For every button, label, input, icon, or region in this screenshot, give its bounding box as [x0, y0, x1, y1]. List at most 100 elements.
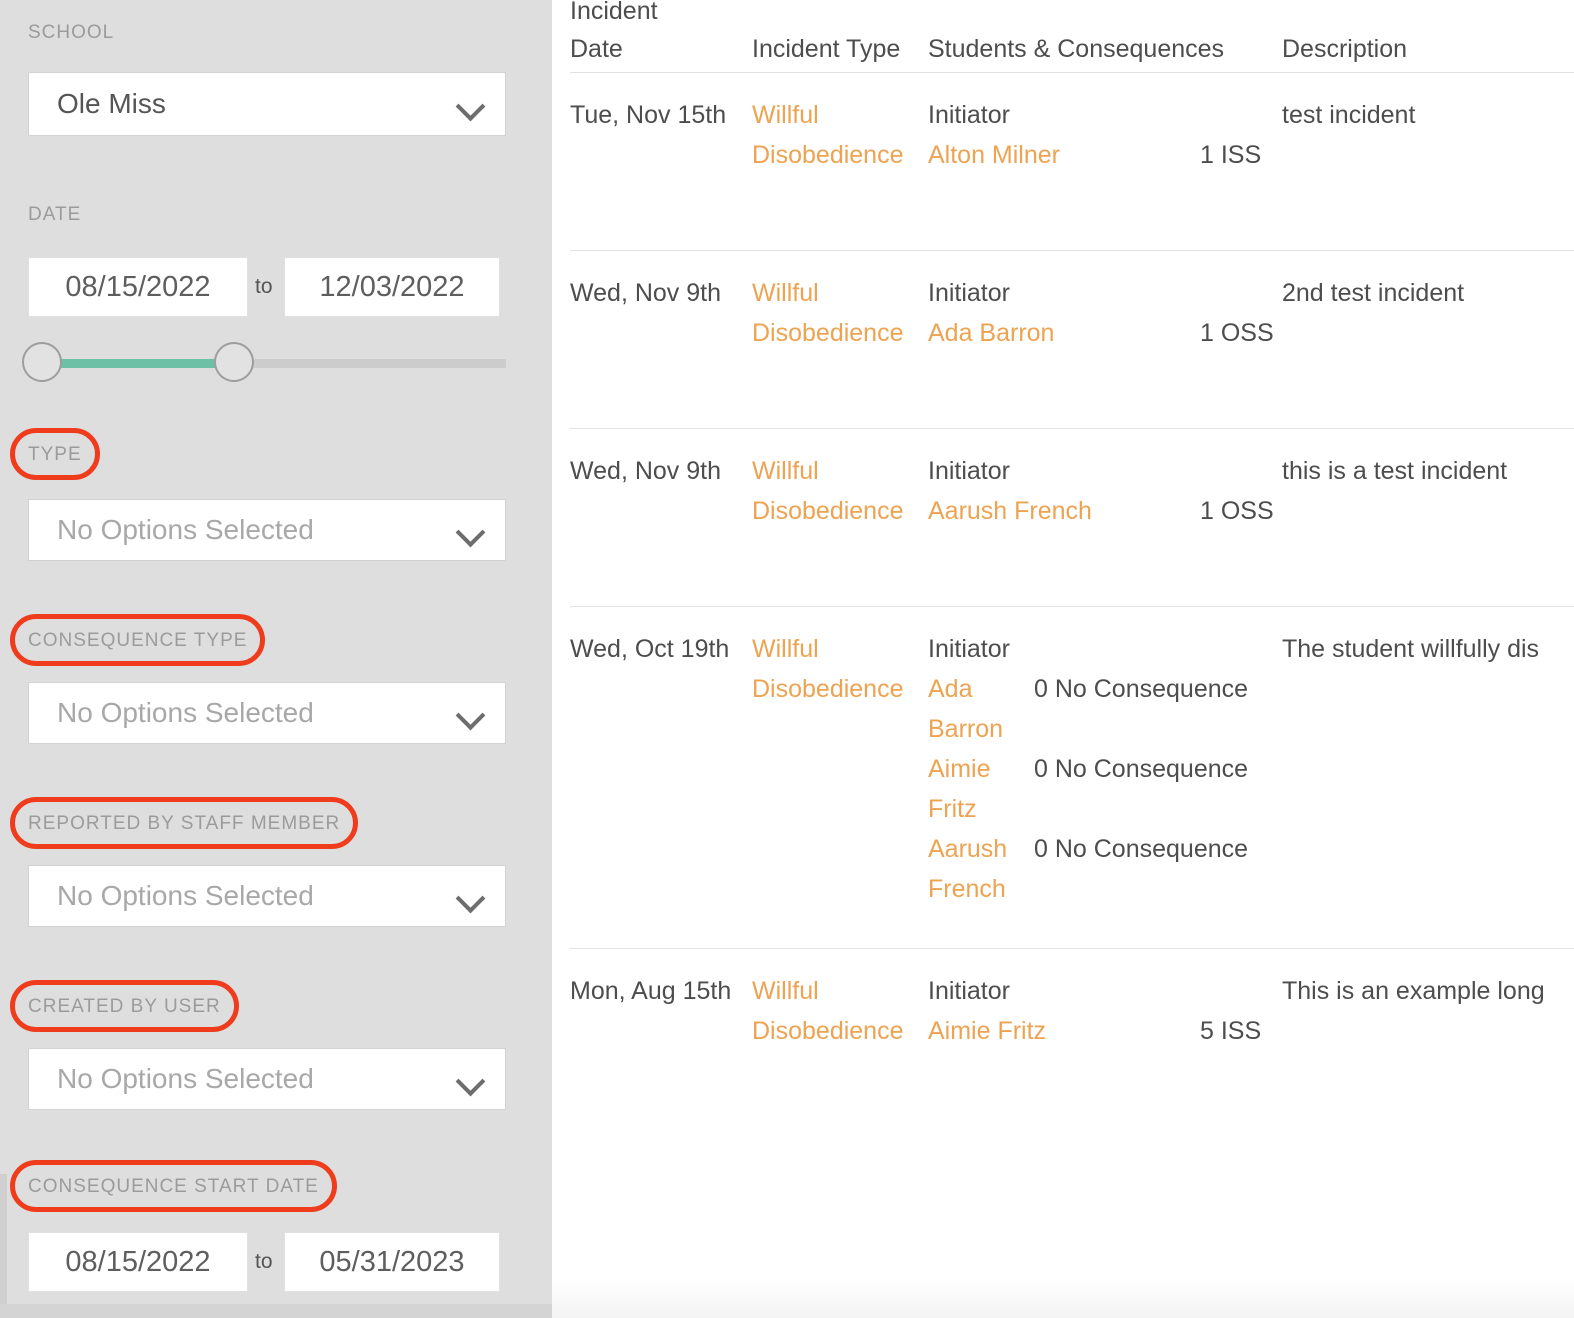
student-name-link[interactable]: Ada Barron	[928, 313, 1054, 353]
cell-description: this is a test incident	[1282, 457, 1508, 485]
cell-incident-type[interactable]: Willful Disobedience	[752, 273, 924, 353]
student-consequence-value: 1 OSS	[1200, 497, 1274, 525]
column-header-incident-type: Incident Type	[752, 35, 901, 63]
student-consequence-value: 0 No Consequence	[1034, 675, 1249, 703]
student-consequence-item: Aimie Fritz 0 No Consequence	[928, 749, 1568, 829]
consequence-start-date-filter-label: CONSEQUENCE START DATE	[28, 1176, 319, 1197]
cell-incident-date: Wed, Nov 9th	[570, 457, 722, 485]
consequence-start-date-to-value: 05/31/2023	[319, 1245, 465, 1278]
cell-student-role: Initiator	[928, 101, 1010, 129]
student-consequence-item: Aimie Fritz 5 ISS	[928, 1011, 1568, 1051]
incidents-table: Incident Date Incident Type Students & C…	[570, 0, 1574, 1088]
cell-student-role: Initiator	[928, 279, 1010, 307]
consequence-start-date-from-input[interactable]: 08/15/2022	[28, 1232, 248, 1292]
cell-incident-type[interactable]: Willful Disobedience	[752, 971, 924, 1051]
student-consequence-item: Ada Barron 0 No Consequence	[928, 669, 1568, 749]
chevron-down-icon	[457, 95, 487, 113]
incidents-table-panel: Incident Date Incident Type Students & C…	[552, 0, 1574, 1318]
table-row[interactable]: Wed, Nov 9th Willful Disobedience Initiato…	[570, 428, 1574, 606]
cell-description: This is an example long	[1282, 977, 1545, 1005]
date-from-input[interactable]: 08/15/2022	[28, 257, 248, 317]
cell-incident-date: Mon, Aug 15th	[570, 977, 732, 1005]
table-row[interactable]: Mon, Aug 15th Willful Disobedience Initiat…	[570, 948, 1574, 1088]
student-name-link[interactable]: Alton Milner	[928, 135, 1060, 175]
table-body: Tue, Nov 15th Willful Disobedience Initiat…	[570, 72, 1574, 1088]
filters-sidebar: SCHOOL Ole Miss DATE 08/15/2022 to 12/03…	[0, 0, 552, 1318]
annotation-highlight-type: TYPE	[10, 428, 100, 480]
consequence-type-select-value: No Options Selected	[57, 697, 314, 728]
consequence-start-date-to-label: to	[255, 1250, 273, 1273]
created-by-user-select-value: No Options Selected	[57, 1063, 314, 1094]
column-header-description: Description	[1282, 35, 1408, 63]
student-consequence-list: Ada Barron 1 OSS	[928, 313, 1568, 353]
school-filter-label: SCHOOL	[28, 22, 115, 43]
consequence-start-date-to-input[interactable]: 05/31/2023	[284, 1232, 500, 1292]
table-header-row: Incident Date Incident Type Students & C…	[570, 0, 1574, 72]
annotation-highlight-consequence-start-date: CONSEQUENCE START DATE	[10, 1160, 337, 1212]
student-consequence-item: Ada Barron 1 OSS	[928, 313, 1568, 353]
reported-by-staff-filter-label-wrap: REPORTED BY STAFF MEMBER	[9, 797, 359, 849]
column-header-students-consequences: Students & Consequences	[928, 35, 1225, 63]
consequence-type-filter-label-wrap: CONSEQUENCE TYPE	[9, 614, 266, 666]
date-range-slider[interactable]	[22, 342, 506, 382]
cell-incident-type[interactable]: Willful Disobedience	[752, 451, 924, 531]
student-consequence-value: 0 No Consequence	[1034, 755, 1249, 783]
student-name-link[interactable]: Aimie Fritz	[928, 1011, 1046, 1051]
created-by-user-select[interactable]: No Options Selected	[28, 1048, 506, 1110]
cell-incident-type[interactable]: Willful Disobedience	[752, 629, 924, 709]
cell-student-role: Initiator	[928, 457, 1010, 485]
type-select[interactable]: No Options Selected	[28, 499, 506, 561]
cell-incident-date: Wed, Oct 19th	[570, 635, 730, 663]
cell-student-role: Initiator	[928, 977, 1010, 1005]
type-filter-label: TYPE	[28, 444, 82, 465]
annotation-highlight-consequence-type: CONSEQUENCE TYPE	[9, 614, 266, 666]
sidebar-vertical-scrollbar[interactable]	[0, 1174, 7, 1318]
reported-by-staff-select[interactable]: No Options Selected	[28, 865, 506, 927]
cell-incident-date: Wed, Nov 9th	[570, 279, 722, 307]
incident-filter-page: SCHOOL Ole Miss DATE 08/15/2022 to 12/03…	[0, 0, 1574, 1318]
student-consequence-value: 0 No Consequence	[1034, 835, 1249, 863]
created-by-user-filter-label-wrap: CREATED BY USER	[10, 980, 239, 1032]
cell-incident-type[interactable]: Willful Disobedience	[752, 95, 924, 175]
student-consequence-item: Aarush French 0 No Consequence	[928, 829, 1568, 909]
table-row[interactable]: Wed, Nov 9th Willful Disobedience Initiato…	[570, 250, 1574, 428]
slider-handle-right[interactable]	[214, 342, 254, 382]
cell-description: The student willfully dis	[1282, 635, 1540, 663]
cell-description: test incident	[1282, 101, 1416, 129]
student-consequence-value: 1 ISS	[1200, 141, 1262, 169]
consequence-type-filter-label: CONSEQUENCE TYPE	[28, 630, 248, 651]
date-range-to-label: to	[255, 275, 273, 298]
annotation-highlight-created-by-user: CREATED BY USER	[10, 980, 239, 1032]
table-row[interactable]: Wed, Oct 19th Willful Disobedience Initiat…	[570, 606, 1574, 948]
cell-description: 2nd test incident	[1282, 279, 1465, 307]
student-consequence-list: Alton Milner 1 ISS	[928, 135, 1568, 175]
column-header-incident-date: Incident Date	[570, 0, 658, 63]
table-row[interactable]: Tue, Nov 15th Willful Disobedience Initiat…	[570, 72, 1574, 250]
annotation-highlight-reported-by-staff: REPORTED BY STAFF MEMBER	[9, 797, 359, 849]
student-consequence-item: Aarush French 1 OSS	[928, 491, 1568, 531]
type-select-value: No Options Selected	[57, 514, 314, 545]
student-name-link[interactable]: Aimie Fritz	[928, 749, 1024, 829]
student-name-link[interactable]: Aarush French	[928, 491, 1092, 531]
school-select[interactable]: Ole Miss	[28, 72, 506, 136]
student-name-link[interactable]: Aarush French	[928, 829, 1024, 909]
student-consequence-item: Alton Milner 1 ISS	[928, 135, 1568, 175]
student-consequence-list: Ada Barron 0 No Consequence Aimie Fritz 0 N…	[928, 669, 1568, 909]
table-horizontal-scrollbar[interactable]	[552, 1278, 1574, 1318]
consequence-type-select[interactable]: No Options Selected	[28, 682, 506, 744]
chevron-down-icon	[457, 1070, 487, 1088]
date-to-input[interactable]: 12/03/2022	[284, 257, 500, 317]
date-to-value: 12/03/2022	[319, 270, 465, 303]
slider-handle-left[interactable]	[22, 342, 62, 382]
reported-by-staff-select-value: No Options Selected	[57, 880, 314, 911]
chevron-down-icon	[457, 521, 487, 539]
slider-fill	[60, 359, 238, 368]
cell-incident-date: Tue, Nov 15th	[570, 101, 727, 129]
student-name-link[interactable]: Ada Barron	[928, 669, 1024, 749]
date-filter-label: DATE	[28, 204, 82, 225]
sidebar-horizontal-scrollbar[interactable]	[0, 1304, 552, 1318]
student-consequence-value: 1 OSS	[1200, 319, 1274, 347]
chevron-down-icon	[457, 704, 487, 722]
student-consequence-list: Aarush French 1 OSS	[928, 491, 1568, 531]
chevron-down-icon	[457, 887, 487, 905]
